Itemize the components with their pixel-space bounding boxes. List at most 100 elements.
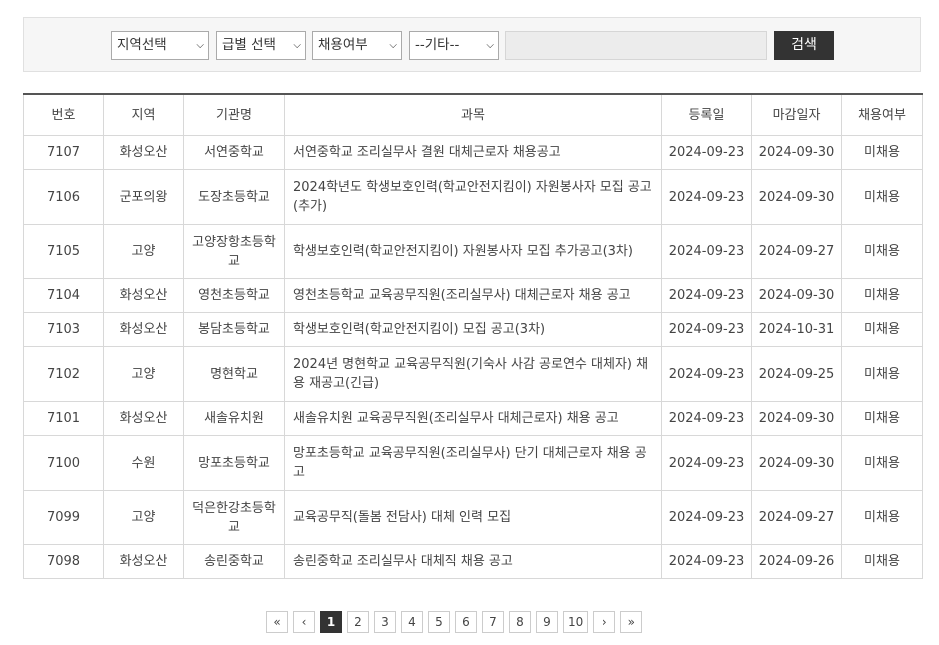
cell-registered-date: 2024-09-23: [661, 135, 752, 170]
cell-hire-status: 미채용: [841, 224, 923, 279]
region-select[interactable]: 지역선택 ⌵: [111, 31, 209, 60]
cell-region: 화성오산: [103, 544, 184, 579]
cell-organization: 새솔유치원: [183, 401, 285, 436]
cell-subject-link[interactable]: 2024년 명현학교 교육공무직원(기숙사 사감 공로연수 대체자) 채용 재공…: [284, 346, 662, 402]
cell-registered-date: 2024-09-23: [661, 224, 752, 279]
cell-organization: 영천초등학교: [183, 278, 285, 313]
cell-deadline: 2024-09-30: [751, 135, 842, 170]
cell-organization: 송린중학교: [183, 544, 285, 579]
header-hire-status: 채용여부: [841, 93, 923, 136]
cell-registered-date: 2024-09-23: [661, 278, 752, 313]
table-row[interactable]: 7098 화성오산 송린중학교 송린중학교 조리실무사 대체직 채용 공고 20…: [23, 544, 923, 579]
hire-status-select-value: 채용여부: [318, 37, 368, 53]
cell-hire-status: 미채용: [841, 312, 923, 347]
cell-region: 화성오산: [103, 135, 184, 170]
hire-status-select[interactable]: 채용여부 ⌵: [312, 31, 402, 60]
table-header-row: 번호 지역 기관명 과목 등록일 마감일자 채용여부: [23, 93, 923, 136]
table-row[interactable]: 7102 고양 명현학교 2024년 명현학교 교육공무직원(기숙사 사감 공로…: [23, 346, 923, 402]
cell-subject-link[interactable]: 학생보호인력(학교안전지킴이) 모집 공고(3차): [284, 312, 662, 347]
page-button-2[interactable]: 2: [347, 611, 369, 633]
cell-registered-date: 2024-09-23: [661, 435, 752, 491]
chevron-down-icon: ⌵: [389, 40, 397, 51]
table-row[interactable]: 7099 고양 덕은한강초등학교 교육공무직(돌봄 전담사) 대체 인력 모집 …: [23, 490, 923, 545]
cell-hire-status: 미채용: [841, 490, 923, 545]
cell-organization: 서연중학교: [183, 135, 285, 170]
page-button-7[interactable]: 7: [482, 611, 504, 633]
header-deadline: 마감일자: [751, 93, 842, 136]
page-button-9[interactable]: 9: [536, 611, 558, 633]
cell-subject-link[interactable]: 교육공무직(돌봄 전담사) 대체 인력 모집: [284, 490, 662, 545]
cell-hire-status: 미채용: [841, 544, 923, 579]
cell-registered-date: 2024-09-23: [661, 490, 752, 545]
cell-number: 7104: [23, 278, 104, 313]
job-posting-table: 번호 지역 기관명 과목 등록일 마감일자 채용여부 7107 화성오산 서연중…: [23, 93, 923, 579]
cell-number: 7099: [23, 490, 104, 545]
pagination: « ‹ 1 2 3 4 5 6 7 8 9 10 › »: [266, 611, 643, 633]
cell-hire-status: 미채용: [841, 278, 923, 313]
header-organization: 기관명: [183, 93, 285, 136]
table-row[interactable]: 7100 수원 망포초등학교 망포초등학교 교육공무직원(조리실무사) 단기 대…: [23, 435, 923, 491]
table-row[interactable]: 7101 화성오산 새솔유치원 새솔유치원 교육공무직원(조리실무사 대체근로자…: [23, 401, 923, 436]
cell-deadline: 2024-09-30: [751, 169, 842, 225]
search-input[interactable]: [505, 31, 767, 60]
table-row[interactable]: 7103 화성오산 봉담초등학교 학생보호인력(학교안전지킴이) 모집 공고(3…: [23, 312, 923, 347]
cell-number: 7100: [23, 435, 104, 491]
header-subject: 과목: [284, 93, 662, 136]
cell-deadline: 2024-09-26: [751, 544, 842, 579]
cell-registered-date: 2024-09-23: [661, 401, 752, 436]
page-button-10[interactable]: 10: [563, 611, 589, 633]
page-button-4[interactable]: 4: [401, 611, 423, 633]
cell-region: 화성오산: [103, 312, 184, 347]
cell-region: 수원: [103, 435, 184, 491]
first-page-button[interactable]: «: [266, 611, 288, 633]
table-row[interactable]: 7107 화성오산 서연중학교 서연중학교 조리실무사 결원 대체근로자 채용공…: [23, 135, 923, 170]
cell-subject-link[interactable]: 망포초등학교 교육공무직원(조리실무사) 단기 대체근로자 채용 공고: [284, 435, 662, 491]
cell-region: 고양: [103, 224, 184, 279]
next-page-button[interactable]: ›: [593, 611, 616, 633]
search-button[interactable]: 검색: [774, 31, 834, 60]
chevron-down-icon: ⌵: [486, 40, 494, 51]
cell-deadline: 2024-09-25: [751, 346, 842, 402]
cell-subject-link[interactable]: 새솔유치원 교육공무직원(조리실무사 대체근로자) 채용 공고: [284, 401, 662, 436]
last-page-button[interactable]: »: [620, 611, 643, 633]
table-row[interactable]: 7104 화성오산 영천초등학교 영천초등학교 교육공무직원(조리실무사) 대체…: [23, 278, 923, 313]
header-number: 번호: [23, 93, 104, 136]
cell-subject-link[interactable]: 송린중학교 조리실무사 대체직 채용 공고: [284, 544, 662, 579]
cell-hire-status: 미채용: [841, 169, 923, 225]
cell-deadline: 2024-09-30: [751, 435, 842, 491]
cell-organization: 봉담초등학교: [183, 312, 285, 347]
cell-region: 화성오산: [103, 401, 184, 436]
table-row[interactable]: 7105 고양 고양장항초등학교 학생보호인력(학교안전지킴이) 자원봉사자 모…: [23, 224, 923, 279]
page-button-1[interactable]: 1: [320, 611, 342, 633]
cell-subject-link[interactable]: 영천초등학교 교육공무직원(조리실무사) 대체근로자 채용 공고: [284, 278, 662, 313]
page-button-3[interactable]: 3: [374, 611, 396, 633]
prev-page-button[interactable]: ‹: [293, 611, 315, 633]
cell-subject-link[interactable]: 학생보호인력(학교안전지킴이) 자원봉사자 모집 추가공고(3차): [284, 224, 662, 279]
cell-number: 7101: [23, 401, 104, 436]
cell-region: 고양: [103, 346, 184, 402]
cell-deadline: 2024-09-30: [751, 278, 842, 313]
page-button-8[interactable]: 8: [509, 611, 531, 633]
page-button-5[interactable]: 5: [428, 611, 450, 633]
table-row[interactable]: 7106 군포의왕 도장초등학교 2024학년도 학생보호인력(학교안전지킴이)…: [23, 169, 923, 225]
cell-subject-link[interactable]: 서연중학교 조리실무사 결원 대체근로자 채용공고: [284, 135, 662, 170]
cell-registered-date: 2024-09-23: [661, 346, 752, 402]
cell-deadline: 2024-09-30: [751, 401, 842, 436]
cell-registered-date: 2024-09-23: [661, 544, 752, 579]
cell-hire-status: 미채용: [841, 346, 923, 402]
cell-organization: 도장초등학교: [183, 169, 285, 225]
grade-select[interactable]: 급별 선택 ⌵: [216, 31, 306, 60]
etc-select[interactable]: --기타-- ⌵: [409, 31, 499, 60]
cell-number: 7105: [23, 224, 104, 279]
header-region: 지역: [103, 93, 184, 136]
cell-number: 7106: [23, 169, 104, 225]
cell-deadline: 2024-09-27: [751, 490, 842, 545]
cell-hire-status: 미채용: [841, 135, 923, 170]
page-button-6[interactable]: 6: [455, 611, 477, 633]
chevron-down-icon: ⌵: [293, 40, 301, 51]
chevron-down-icon: ⌵: [196, 40, 204, 51]
header-registered-date: 등록일: [661, 93, 752, 136]
cell-subject-link[interactable]: 2024학년도 학생보호인력(학교안전지킴이) 자원봉사자 모집 공고(추가): [284, 169, 662, 225]
cell-organization: 망포초등학교: [183, 435, 285, 491]
cell-organization: 명현학교: [183, 346, 285, 402]
